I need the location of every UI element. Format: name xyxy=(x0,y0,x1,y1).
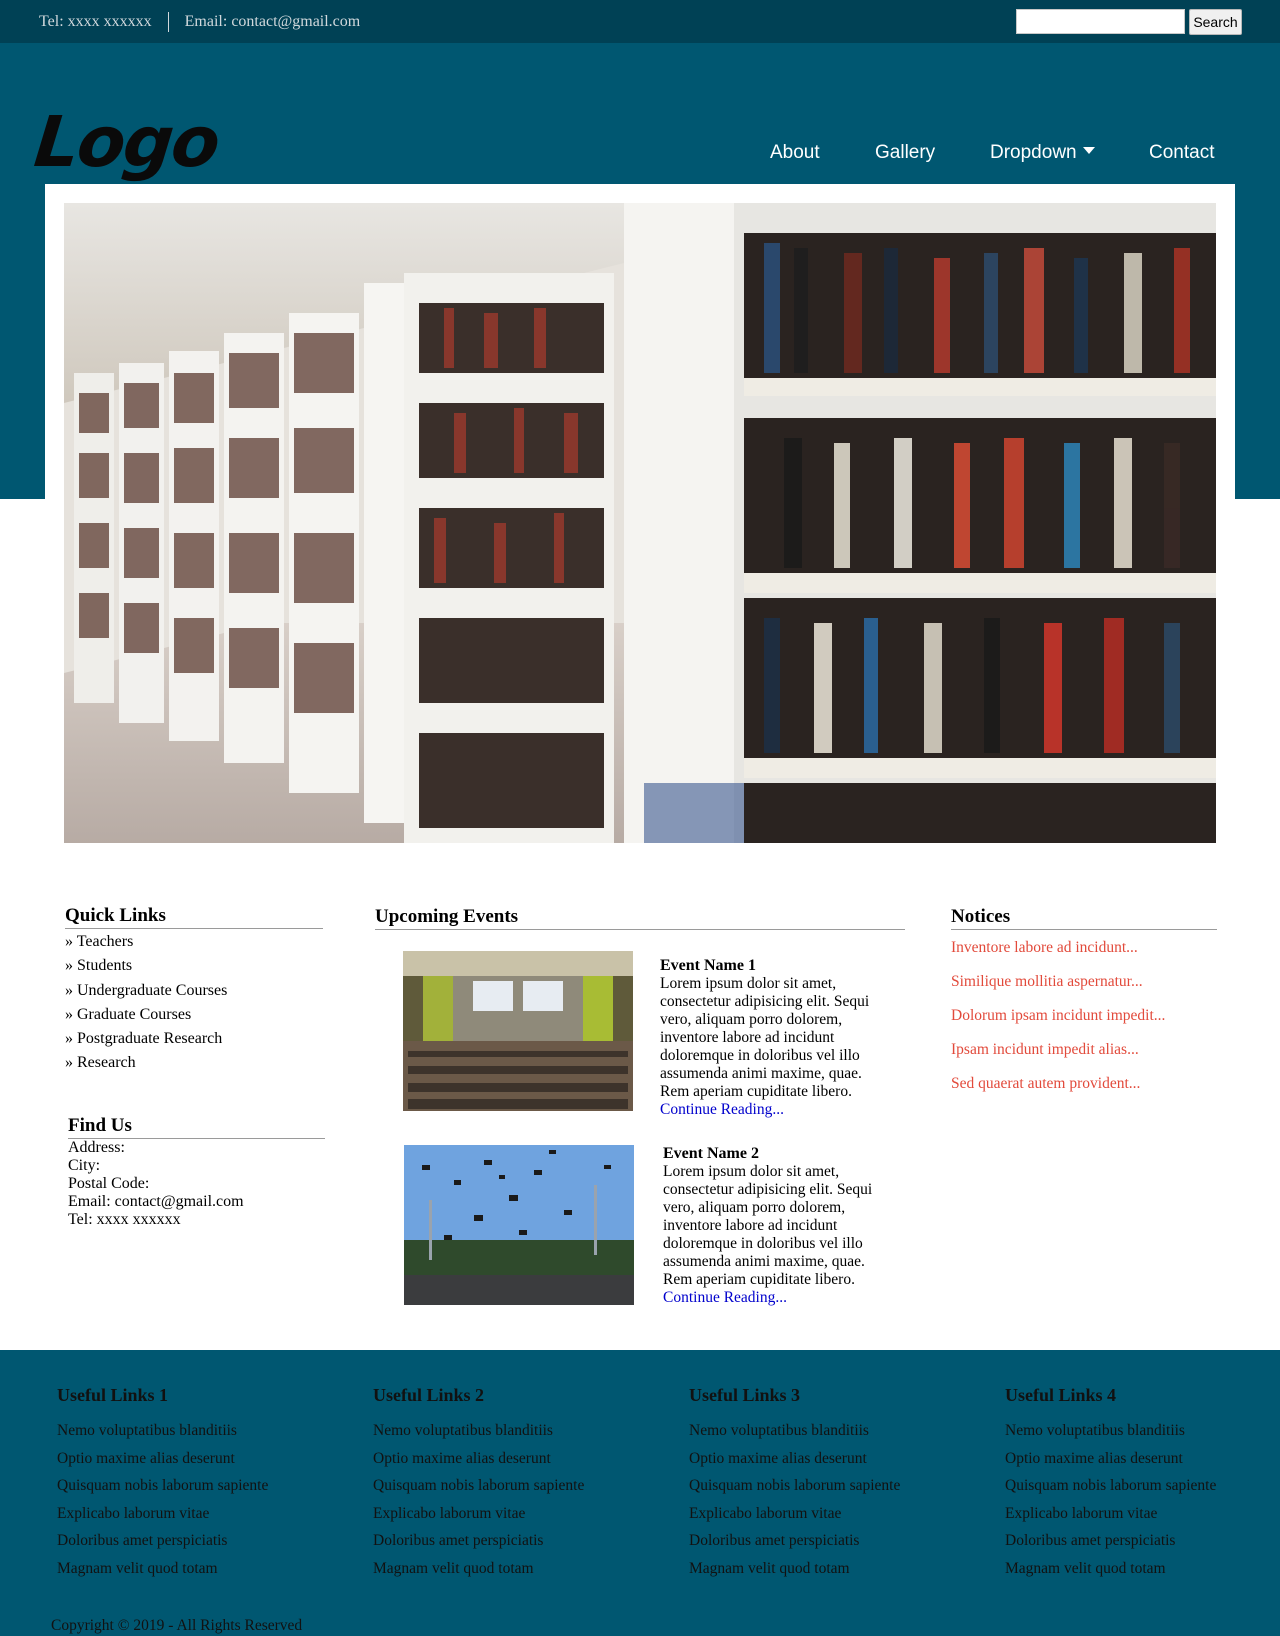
footer-link[interactable]: Optio maxime alias deserunt xyxy=(1005,1449,1275,1477)
top-phone: Tel: xxxx xxxxxx xyxy=(39,13,152,30)
footer-link[interactable]: Quisquam nobis laborum sapiente xyxy=(373,1476,673,1504)
event-2-body: Lorem ipsum dolor sit amet, consectetur … xyxy=(663,1163,873,1288)
event-1-title: Event Name 1 xyxy=(660,957,756,974)
footer-column-3: Useful Links 3 Nemo voluptatibus blandit… xyxy=(689,1385,989,1586)
footer-link[interactable]: Nemo voluptatibus blanditiis xyxy=(373,1421,673,1449)
event-2-continue-link[interactable]: Continue Reading... xyxy=(663,1289,787,1306)
top-contact-info: Tel: xxxx xxxxxx Email: contact@gmail.co… xyxy=(39,12,360,32)
footer-column-title: Useful Links 2 xyxy=(373,1385,485,1405)
footer-link[interactable]: Explicabo laborum vitae xyxy=(373,1504,673,1532)
footer-column-title: Useful Links 3 xyxy=(689,1385,801,1405)
quick-link-graduate[interactable]: » Graduate Courses xyxy=(65,1005,323,1029)
nav-gallery[interactable]: Gallery xyxy=(875,142,935,164)
search-input[interactable] xyxy=(1016,9,1185,34)
footer-link[interactable]: Nemo voluptatibus blanditiis xyxy=(1005,1421,1275,1449)
event-2-title: Event Name 2 xyxy=(663,1145,759,1162)
event-1-continue-link[interactable]: Continue Reading... xyxy=(660,1101,784,1118)
event-2-image xyxy=(404,1145,634,1305)
footer-link[interactable]: Magnam velit quod totam xyxy=(1005,1559,1275,1587)
footer-link[interactable]: Doloribus amet perspiciatis xyxy=(689,1531,989,1559)
upcoming-events-section: Upcoming Events Event Name 1 Lorem ipsum… xyxy=(375,906,905,1306)
notices-title: Notices xyxy=(951,906,1217,930)
footer-link[interactable]: Optio maxime alias deserunt xyxy=(689,1449,989,1477)
quick-link-undergraduate[interactable]: » Undergraduate Courses xyxy=(65,981,323,1005)
footer-column-1: Useful Links 1 Nemo voluptatibus blandit… xyxy=(57,1385,357,1586)
footer-link[interactable]: Doloribus amet perspiciatis xyxy=(57,1531,357,1559)
footer-link[interactable]: Quisquam nobis laborum sapiente xyxy=(1005,1476,1275,1504)
nav-dropdown-label: Dropdown xyxy=(990,142,1077,163)
quick-link-research[interactable]: » Research xyxy=(65,1053,323,1077)
quick-link-teachers[interactable]: » Teachers xyxy=(65,932,323,956)
notices-section: Notices Inventore labore ad incidunt... … xyxy=(951,906,1217,1108)
site-footer: Useful Links 1 Nemo voluptatibus blandit… xyxy=(0,1350,1280,1636)
nav-about[interactable]: About xyxy=(770,142,820,164)
footer-link[interactable]: Explicabo laborum vitae xyxy=(57,1504,357,1532)
find-us-city: City: xyxy=(68,1157,101,1174)
footer-link[interactable]: Explicabo laborum vitae xyxy=(1005,1504,1275,1532)
event-1-text: Event Name 1 Lorem ipsum dolor sit amet,… xyxy=(660,957,885,1119)
footer-link[interactable]: Quisquam nobis laborum sapiente xyxy=(689,1476,989,1504)
caret-down-icon xyxy=(1082,147,1095,155)
quick-links-title: Quick Links xyxy=(65,905,323,929)
quick-link-postgraduate[interactable]: » Postgraduate Research xyxy=(65,1029,323,1053)
search-button[interactable]: Search xyxy=(1189,9,1242,35)
footer-link[interactable]: Quisquam nobis laborum sapiente xyxy=(57,1476,357,1504)
notice-item[interactable]: Sed quaerat autem provident... xyxy=(951,1074,1217,1108)
hero-library-image xyxy=(64,203,1216,843)
footer-link[interactable]: Doloribus amet perspiciatis xyxy=(1005,1531,1275,1559)
upcoming-events-title: Upcoming Events xyxy=(375,906,905,930)
notice-item[interactable]: Similique mollitia aspernatur... xyxy=(951,972,1217,1006)
find-us-section: Find Us Address: City: Postal Code: Emai… xyxy=(68,1115,325,1229)
footer-link[interactable]: Nemo voluptatibus blanditiis xyxy=(689,1421,989,1449)
notice-item[interactable]: Ipsam incidunt impedit alias... xyxy=(951,1040,1217,1074)
footer-link[interactable]: Magnam velit quod totam xyxy=(57,1559,357,1587)
find-us-tel: Tel: xxxx xxxxxx xyxy=(68,1211,181,1228)
footer-link[interactable]: Magnam velit quod totam xyxy=(373,1559,673,1587)
copyright-text: Copyright © 2019 - All Rights Reserved xyxy=(51,1617,303,1634)
quick-links-section: Quick Links » Teachers » Students » Unde… xyxy=(65,905,323,1078)
footer-link[interactable]: Optio maxime alias deserunt xyxy=(373,1449,673,1477)
event-1-body: Lorem ipsum dolor sit amet, consectetur … xyxy=(660,975,870,1100)
footer-column-4: Useful Links 4 Nemo voluptatibus blandit… xyxy=(1005,1385,1275,1586)
footer-column-title: Useful Links 1 xyxy=(57,1385,169,1405)
main-nav: About Gallery Dropdown Contact xyxy=(0,142,1280,172)
event-1-image xyxy=(403,951,633,1111)
find-us-email: Email: contact@gmail.com xyxy=(68,1193,244,1210)
event-2-text: Event Name 2 Lorem ipsum dolor sit amet,… xyxy=(663,1145,888,1307)
nav-dropdown[interactable]: Dropdown xyxy=(990,142,1095,164)
nav-contact[interactable]: Contact xyxy=(1149,142,1214,164)
footer-link[interactable]: Magnam velit quod totam xyxy=(689,1559,989,1587)
top-bar: Tel: xxxx xxxxxx Email: contact@gmail.co… xyxy=(0,0,1280,43)
footer-link[interactable]: Nemo voluptatibus blanditiis xyxy=(57,1421,357,1449)
find-us-postal: Postal Code: xyxy=(68,1175,150,1192)
top-email: Email: contact@gmail.com xyxy=(184,13,361,30)
quick-link-students[interactable]: » Students xyxy=(65,956,323,980)
footer-link[interactable]: Doloribus amet perspiciatis xyxy=(373,1531,673,1559)
notice-item[interactable]: Inventore labore ad incidunt... xyxy=(951,938,1217,972)
notice-item[interactable]: Dolorum ipsam incidunt impedit... xyxy=(951,1006,1217,1040)
footer-column-2: Useful Links 2 Nemo voluptatibus blandit… xyxy=(373,1385,673,1586)
footer-link[interactable]: Explicabo laborum vitae xyxy=(689,1504,989,1532)
find-us-title: Find Us xyxy=(68,1115,325,1139)
footer-link[interactable]: Optio maxime alias deserunt xyxy=(57,1449,357,1477)
footer-column-title: Useful Links 4 xyxy=(1005,1385,1117,1405)
find-us-address: Address: xyxy=(68,1139,125,1156)
top-divider xyxy=(167,12,169,32)
